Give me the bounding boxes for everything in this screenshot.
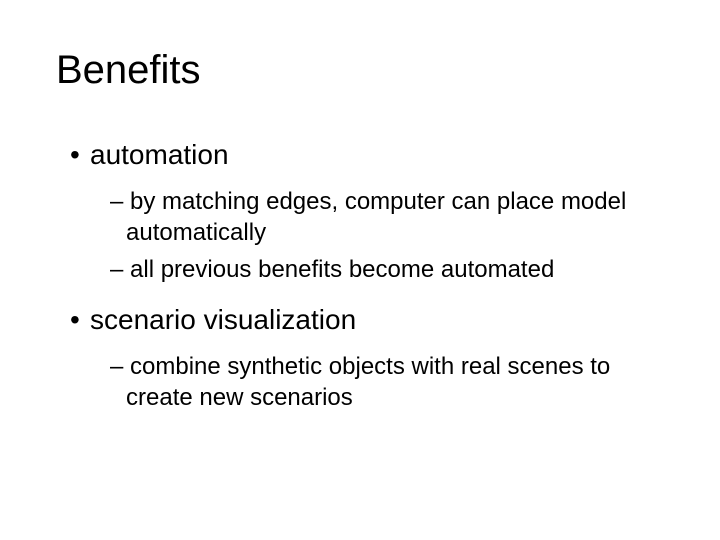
slide-title: Benefits <box>56 48 664 93</box>
bullet-level-2: – all previous benefits become automated <box>110 254 634 285</box>
bullet-text: by matching edges, computer can place mo… <box>126 188 626 246</box>
bullet-text: combine synthetic objects with real scen… <box>126 353 610 411</box>
bullet-marker-l2: – <box>110 256 123 283</box>
bullet-text: automation <box>90 139 229 170</box>
bullet-group: •automation – by matching edges, compute… <box>56 137 664 286</box>
bullet-marker-l2: – <box>110 353 123 380</box>
bullet-marker-l2: – <box>110 188 123 215</box>
bullet-level-1: •automation <box>70 137 664 172</box>
bullet-marker-l1: • <box>70 137 90 172</box>
bullet-group: •scenario visualization – combine synthe… <box>56 302 664 413</box>
bullet-text: all previous benefits become automated <box>130 256 554 283</box>
bullet-marker-l1: • <box>70 302 90 337</box>
bullet-level-2: – by matching edges, computer can place … <box>110 186 634 248</box>
bullet-text: scenario visualization <box>90 304 356 335</box>
bullet-level-2: – combine synthetic objects with real sc… <box>110 351 634 413</box>
bullet-level-1: •scenario visualization <box>70 302 664 337</box>
